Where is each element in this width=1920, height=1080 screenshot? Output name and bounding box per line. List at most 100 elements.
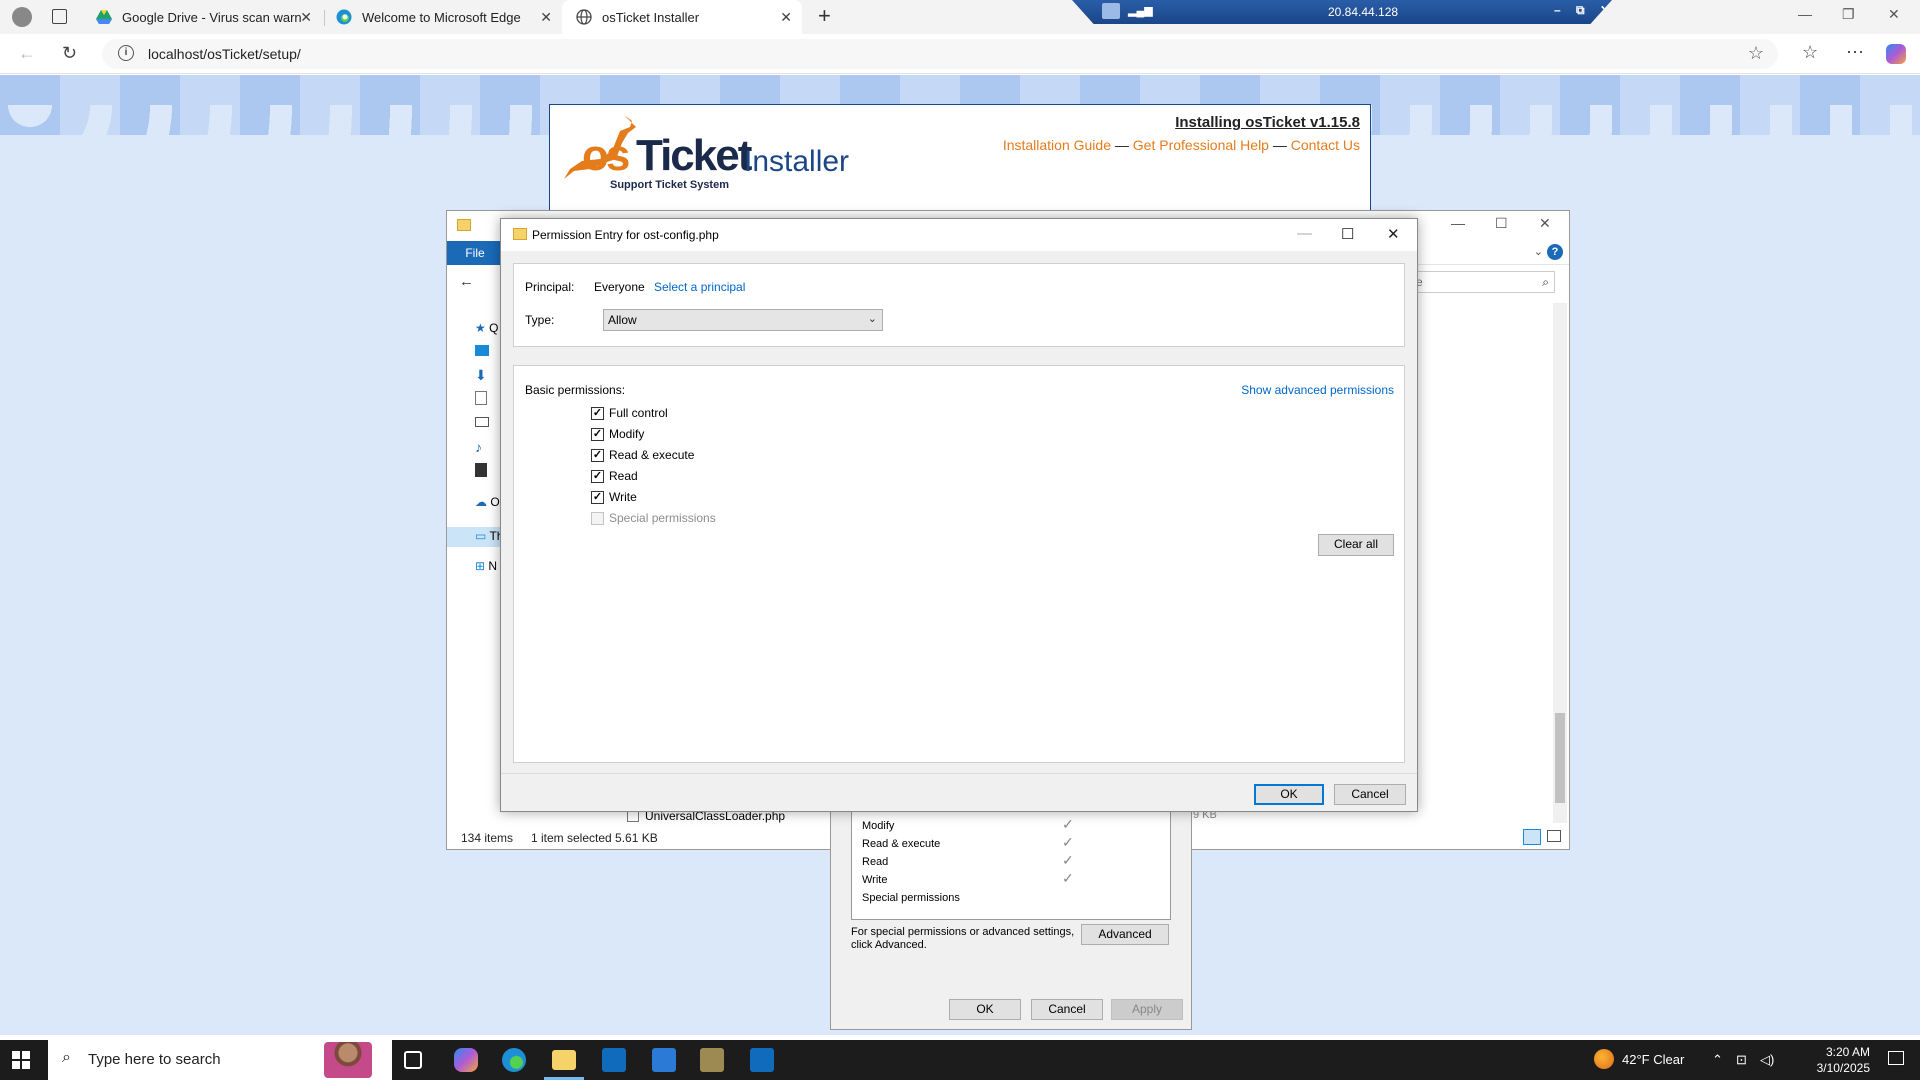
sidebar-onedrive[interactable]: ☁ O bbox=[475, 495, 500, 509]
weather-text[interactable]: 42°F Clear bbox=[1622, 1052, 1684, 1067]
perm-row-label: Modify bbox=[862, 820, 895, 832]
favorites-icon[interactable]: ☆ bbox=[1802, 42, 1818, 63]
outlook-icon[interactable] bbox=[750, 1048, 774, 1072]
file-explorer-icon[interactable] bbox=[552, 1050, 576, 1070]
link-separator: — bbox=[1272, 137, 1287, 153]
explorer-scrollbar[interactable] bbox=[1553, 303, 1567, 823]
minimize-icon[interactable]: — bbox=[1297, 225, 1312, 242]
volume-icon[interactable]: ◁) bbox=[1760, 1052, 1774, 1068]
close-tab-icon[interactable]: ✕ bbox=[780, 9, 792, 26]
type-select[interactable]: Allow ⌄ bbox=[603, 309, 883, 331]
more-menu-icon[interactable]: ⋯ bbox=[1846, 42, 1864, 63]
copilot-icon[interactable] bbox=[454, 1048, 478, 1072]
copilot-icon[interactable] bbox=[1886, 44, 1906, 64]
url-text[interactable]: localhost/osTicket/setup/ bbox=[148, 46, 301, 62]
select-principal-link[interactable]: Select a principal bbox=[654, 280, 745, 294]
search-highlight-image bbox=[324, 1042, 372, 1078]
props-apply-button[interactable]: Apply bbox=[1111, 999, 1183, 1020]
videos-icon[interactable] bbox=[475, 463, 487, 477]
props-ok-button[interactable]: OK bbox=[949, 999, 1021, 1020]
taskbar-clock[interactable]: 3:20 AM 3/10/2025 bbox=[1817, 1044, 1870, 1076]
search-icon: ⌕ bbox=[62, 1049, 71, 1066]
taskbar-search-placeholder: Type here to search bbox=[88, 1051, 221, 1068]
search-icon[interactable]: ⌕ bbox=[1542, 275, 1549, 290]
back-icon[interactable]: ← bbox=[18, 43, 36, 64]
advanced-button[interactable]: Advanced bbox=[1081, 924, 1169, 945]
tab-osticket-installer[interactable]: osTicket Installer ✕ bbox=[562, 0, 802, 34]
task-view-icon[interactable] bbox=[404, 1051, 422, 1069]
scroll-thumb[interactable] bbox=[1555, 713, 1565, 803]
pictures-icon[interactable] bbox=[475, 417, 489, 427]
sidebar-quick-access[interactable]: ★ Q bbox=[475, 321, 498, 335]
rdp-minimize-icon[interactable]: – bbox=[1554, 3, 1561, 17]
explorer-minimize-icon[interactable]: — bbox=[1451, 215, 1465, 231]
restore-icon[interactable]: ❐ bbox=[1842, 6, 1855, 23]
close-dialog-icon[interactable]: ✕ bbox=[1387, 225, 1400, 243]
signal-icon: ▂▄▆ bbox=[1128, 5, 1153, 17]
refresh-icon[interactable]: ↻ bbox=[62, 43, 77, 64]
ribbon-expand-icon[interactable]: ⌄ bbox=[1534, 245, 1543, 258]
server-manager-icon[interactable] bbox=[652, 1048, 676, 1072]
read-checkbox[interactable]: ✓ Read bbox=[591, 469, 638, 483]
large-icons-view-icon[interactable] bbox=[1547, 830, 1561, 842]
edge-icon[interactable] bbox=[502, 1048, 526, 1072]
principal-value: Everyone bbox=[594, 280, 645, 294]
ok-button[interactable]: OK bbox=[1254, 784, 1324, 805]
music-icon[interactable]: ♪ bbox=[475, 439, 482, 455]
explorer-back-icon[interactable]: ← bbox=[459, 273, 474, 290]
installer-header: os Ticket Installer Support Ticket Syste… bbox=[549, 104, 1371, 224]
checkmark-icon: ✓ bbox=[591, 490, 604, 504]
type-value: Allow bbox=[608, 313, 637, 327]
file-menu-tab[interactable]: File bbox=[447, 241, 503, 265]
desktop-icon[interactable] bbox=[475, 345, 489, 356]
remote-desktop-bar: ▂▄▆ 20.84.44.128 – ⧉ ✕ bbox=[1072, 0, 1612, 24]
explorer-close-icon[interactable]: ✕ bbox=[1539, 215, 1551, 232]
explorer-search-input[interactable]: lude bbox=[1395, 271, 1555, 293]
taskbar-search-box[interactable]: ⌕ Type here to search bbox=[48, 1040, 392, 1080]
details-view-icon[interactable] bbox=[1523, 829, 1541, 845]
props-cancel-button[interactable]: Cancel bbox=[1031, 999, 1103, 1020]
tab-actions-icon[interactable] bbox=[52, 9, 67, 24]
minimize-icon[interactable]: — bbox=[1798, 6, 1812, 22]
network-icon[interactable]: ⊡ bbox=[1736, 1052, 1747, 1068]
installation-guide-link[interactable]: Installation Guide bbox=[1003, 137, 1111, 153]
rdp-close-icon[interactable]: ✕ bbox=[1600, 3, 1610, 17]
clear-all-button[interactable]: Clear all bbox=[1318, 534, 1394, 556]
documents-icon[interactable] bbox=[475, 391, 487, 405]
full-control-checkbox[interactable]: ✓ Full control bbox=[591, 406, 668, 420]
profile-icon[interactable] bbox=[12, 7, 32, 27]
write-checkbox[interactable]: ✓ Write bbox=[591, 490, 637, 504]
help-icon[interactable]: ? bbox=[1547, 244, 1563, 260]
close-window-icon[interactable]: ✕ bbox=[1888, 6, 1900, 23]
network-icon: ⊞ bbox=[475, 559, 486, 573]
file-app-icon[interactable] bbox=[700, 1048, 724, 1072]
address-bar[interactable]: i localhost/osTicket/setup/ ☆ bbox=[102, 39, 1778, 69]
pin-icon[interactable] bbox=[1102, 3, 1120, 19]
modify-checkbox[interactable]: ✓ Modify bbox=[591, 427, 644, 441]
tray-chevron-icon[interactable]: ⌃ bbox=[1712, 1052, 1723, 1068]
notifications-icon[interactable] bbox=[1888, 1051, 1904, 1065]
sidebar-network[interactable]: ⊞ N bbox=[475, 559, 497, 573]
contact-us-link[interactable]: Contact Us bbox=[1291, 137, 1360, 153]
remote-ip: 20.84.44.128 bbox=[1328, 5, 1399, 19]
rdp-restore-icon[interactable]: ⧉ bbox=[1576, 3, 1585, 18]
new-tab-icon[interactable]: + bbox=[818, 3, 831, 29]
site-info-icon[interactable]: i bbox=[118, 45, 134, 61]
professional-help-link[interactable]: Get Professional Help bbox=[1133, 137, 1269, 153]
downloads-icon[interactable]: ⬇ bbox=[475, 367, 487, 384]
windows-start-icon[interactable] bbox=[12, 1051, 30, 1069]
tab-edge-welcome[interactable]: Welcome to Microsoft Edge ✕ bbox=[322, 0, 562, 34]
maximize-icon[interactable]: ☐ bbox=[1341, 225, 1354, 243]
tab-google-drive[interactable]: Google Drive - Virus scan warning ✕ bbox=[82, 0, 322, 34]
explorer-maximize-icon[interactable]: ☐ bbox=[1495, 215, 1508, 232]
clock-date: 3/10/2025 bbox=[1816, 1061, 1870, 1075]
store-icon[interactable] bbox=[602, 1048, 626, 1072]
close-tab-icon[interactable]: ✕ bbox=[540, 9, 552, 26]
close-tab-icon[interactable]: ✕ bbox=[300, 9, 312, 26]
cancel-button[interactable]: Cancel bbox=[1334, 784, 1406, 805]
read-execute-checkbox[interactable]: ✓ Read & execute bbox=[591, 448, 694, 462]
show-advanced-permissions-link[interactable]: Show advanced permissions bbox=[1241, 383, 1394, 397]
clock-time: 3:20 AM bbox=[1825, 1045, 1870, 1059]
favorite-star-icon[interactable]: ☆ bbox=[1748, 43, 1764, 64]
tab-label: osTicket Installer bbox=[602, 9, 700, 25]
